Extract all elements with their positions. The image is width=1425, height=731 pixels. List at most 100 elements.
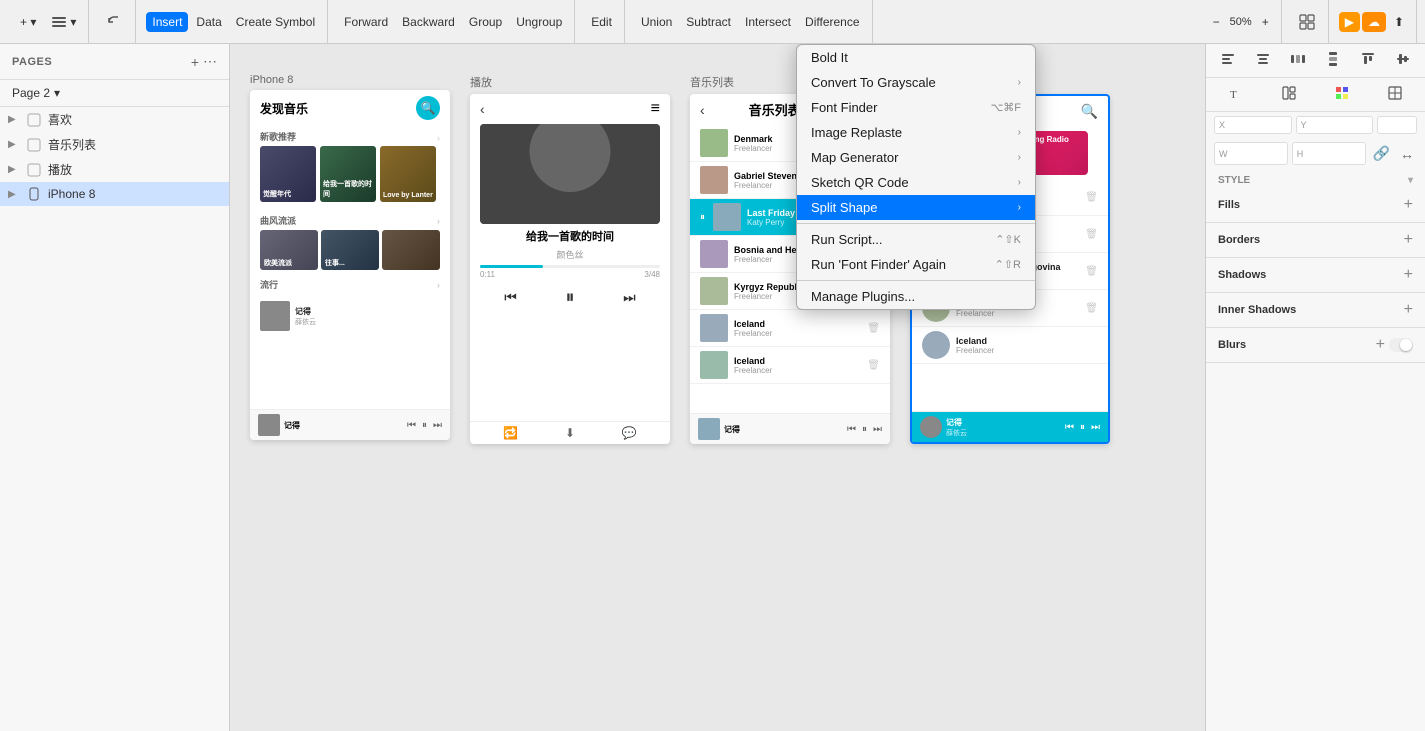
toolbar-add-btn[interactable]: + ▾ (14, 12, 42, 32)
sidebar-item-playing[interactable]: ▶ 播放 (0, 157, 229, 182)
toolbar-data-btn[interactable]: Data (190, 12, 227, 32)
rp-text-btn[interactable]: T (1225, 82, 1247, 107)
coord-x-input[interactable] (1227, 119, 1286, 131)
toolbar-forward-btn[interactable]: Forward (338, 12, 394, 32)
rp-grid-btn[interactable] (1384, 82, 1406, 107)
style-borders-add-btn[interactable]: + (1404, 231, 1413, 249)
page-dropdown[interactable]: Page 2 ▾ (12, 86, 217, 100)
rp-align-middle-btn[interactable] (1392, 48, 1414, 73)
toolbar-preview-btn[interactable]: ▶ (1339, 12, 1360, 32)
toolbar-view-btn[interactable] (1292, 10, 1322, 34)
sidebar-item-iphone8[interactable]: ▶ iPhone 8 (0, 182, 229, 206)
style-section-fills-header[interactable]: Fills + (1206, 188, 1425, 222)
coord-h-input[interactable] (1305, 148, 1360, 160)
sidebar-item-musiclist[interactable]: ▶ 音乐列表 (0, 132, 229, 157)
screen4-del-1[interactable]: 🗑 (1085, 192, 1098, 203)
screen4-prev-btn[interactable]: ⏮ (1065, 422, 1074, 433)
add-page-btn[interactable]: + (191, 53, 199, 70)
toolbar-union-btn[interactable]: Union (635, 12, 678, 32)
screen2-back-btn[interactable]: ‹ (480, 101, 485, 117)
screen1-search-btn[interactable]: 🔍 (416, 96, 440, 120)
screen2-repeat-icon[interactable]: 🔁 (503, 426, 518, 440)
style-section-borders-header[interactable]: Borders + (1206, 223, 1425, 257)
screen3-back-btn[interactable]: ‹ (700, 102, 705, 118)
menu-item-manageplugins[interactable]: Manage Plugins... (797, 284, 1035, 309)
current-page: Page 2 (12, 86, 50, 100)
screen2-prev-btn[interactable]: ⏮ (504, 289, 517, 306)
toolbar-difference-btn[interactable]: Difference (799, 12, 865, 32)
screen3-next-btn[interactable]: ⏭ (873, 424, 882, 435)
toolbar-insert-btn[interactable]: Insert (146, 12, 188, 32)
toolbar-intersect-btn[interactable]: Intersect (739, 12, 797, 32)
pages-menu-btn[interactable]: ⋯ (203, 53, 217, 70)
menu-item-splitshape[interactable]: Split Shape › (797, 195, 1035, 220)
screen2-message-icon[interactable]: 💬 (622, 426, 637, 440)
zoom-out-btn[interactable]: − (1207, 12, 1226, 32)
toolbar-export-btn[interactable]: ⬆ (1388, 12, 1410, 32)
menu-item-imagereplaste[interactable]: Image Replaste › (797, 120, 1035, 145)
toolbar-layers-btn[interactable]: ▾ (44, 10, 82, 34)
rp-color-btn[interactable] (1331, 82, 1353, 107)
coord-y-input[interactable] (1309, 119, 1368, 131)
rp-distribute-v-btn[interactable] (1322, 48, 1344, 73)
style-section-shadows-header[interactable]: Shadows + (1206, 258, 1425, 292)
style-section-inner-shadows-header[interactable]: Inner Shadows + (1206, 293, 1425, 327)
style-inner-shadows-add-btn[interactable]: + (1404, 301, 1413, 319)
toolbar-backward-btn[interactable]: Backward (396, 12, 461, 32)
screen3-del-6[interactable]: 🗑 (867, 323, 880, 334)
screen2-pause-btn[interactable]: ⏸ (566, 287, 575, 308)
screen3-del-7[interactable]: 🗑 (867, 360, 880, 371)
rp-layout-btn[interactable] (1278, 82, 1300, 107)
toolbar-create-symbol-btn[interactable]: Create Symbol (230, 12, 321, 32)
screen4-del-4[interactable]: 🗑 (1085, 303, 1098, 314)
menu-item-runscript[interactable]: Run Script... ⌃⇧K (797, 227, 1035, 252)
screen4-search-btn[interactable]: 🔍 (1081, 103, 1098, 120)
layer-label-musiclist: 音乐列表 (48, 136, 96, 153)
menu-item-grayscale[interactable]: Convert To Grayscale › (797, 70, 1035, 95)
screen4-pause-btn[interactable]: ⏸ (1080, 422, 1085, 433)
screen3-pause-btn[interactable]: ⏸ (862, 424, 867, 435)
sidebar-header: PAGES + ⋯ (0, 44, 229, 80)
rp-align-top-btn[interactable] (1357, 48, 1379, 73)
style-section-blurs-header[interactable]: Blurs + (1206, 328, 1425, 362)
menu-item-runfontfinder[interactable]: Run 'Font Finder' Again ⌃⇧R (797, 252, 1035, 277)
style-blurs-add-btn[interactable]: + (1376, 336, 1385, 354)
screen2-menu-btn[interactable]: ≡ (651, 100, 660, 118)
screen2-next-btn[interactable]: ⏭ (623, 289, 636, 306)
toolbar-cloud-btn[interactable]: ☁ (1362, 12, 1386, 32)
coord-flip-btn[interactable]: ↔ (1397, 142, 1417, 165)
page-selector[interactable]: Page 2 ▾ (0, 80, 229, 107)
screen4-del-2[interactable]: 🗑 (1085, 229, 1098, 240)
menu-item-mapgenerator[interactable]: Map Generator › (797, 145, 1035, 170)
screen3-prev-btn[interactable]: ⏮ (847, 424, 856, 435)
rp-distribute-h-btn[interactable] (1287, 48, 1309, 73)
toolbar-ungroup-btn[interactable]: Ungroup (510, 12, 568, 32)
rp-align-center-btn[interactable] (1252, 48, 1274, 73)
coord-w-input[interactable] (1230, 148, 1283, 160)
menu-item-boldit[interactable]: Bold It (797, 45, 1035, 70)
screen4-del-3[interactable]: 🗑 (1085, 266, 1098, 277)
rp-align-left-btn[interactable] (1217, 48, 1239, 73)
screen1-play-btn[interactable]: ⏸ (422, 420, 427, 431)
toolbar-group-btn[interactable]: Group (463, 12, 508, 32)
sidebar-item-favorites[interactable]: ▶ 喜欢 (0, 107, 229, 132)
coord-lock-btn[interactable]: 🔗 (1370, 142, 1393, 165)
toolbar-subtract-btn[interactable]: Subtract (680, 12, 737, 32)
screen4-player-title: 记得 (946, 417, 967, 428)
blurs-toggle[interactable] (1389, 338, 1413, 352)
zoom-in-btn[interactable]: + (1256, 12, 1275, 32)
coord-r-input[interactable] (1382, 119, 1412, 131)
screen2-download-icon[interactable]: ⬇ (565, 426, 575, 440)
right-panel-icon-row-2: T (1206, 78, 1425, 112)
menu-item-fontfinder[interactable]: Font Finder ⌥⌘F (797, 95, 1035, 120)
menu-item-qrcode[interactable]: Sketch QR Code › (797, 170, 1035, 195)
toolbar-undo-btn[interactable] (99, 10, 129, 34)
screen4-next-btn[interactable]: ⏭ (1091, 422, 1100, 433)
style-shadows-add-btn[interactable]: + (1404, 266, 1413, 284)
toolbar-preview-export-group: ▶ ☁ ⬆ (1333, 0, 1417, 43)
toolbar-insert-group: Insert Data Create Symbol (140, 0, 328, 43)
screen1-next-btn[interactable]: ⏭ (433, 420, 442, 431)
toolbar-edit-btn[interactable]: Edit (585, 12, 618, 32)
style-fills-add-btn[interactable]: + (1404, 196, 1413, 214)
screen1-prev-btn[interactable]: ⏮ (407, 420, 416, 431)
